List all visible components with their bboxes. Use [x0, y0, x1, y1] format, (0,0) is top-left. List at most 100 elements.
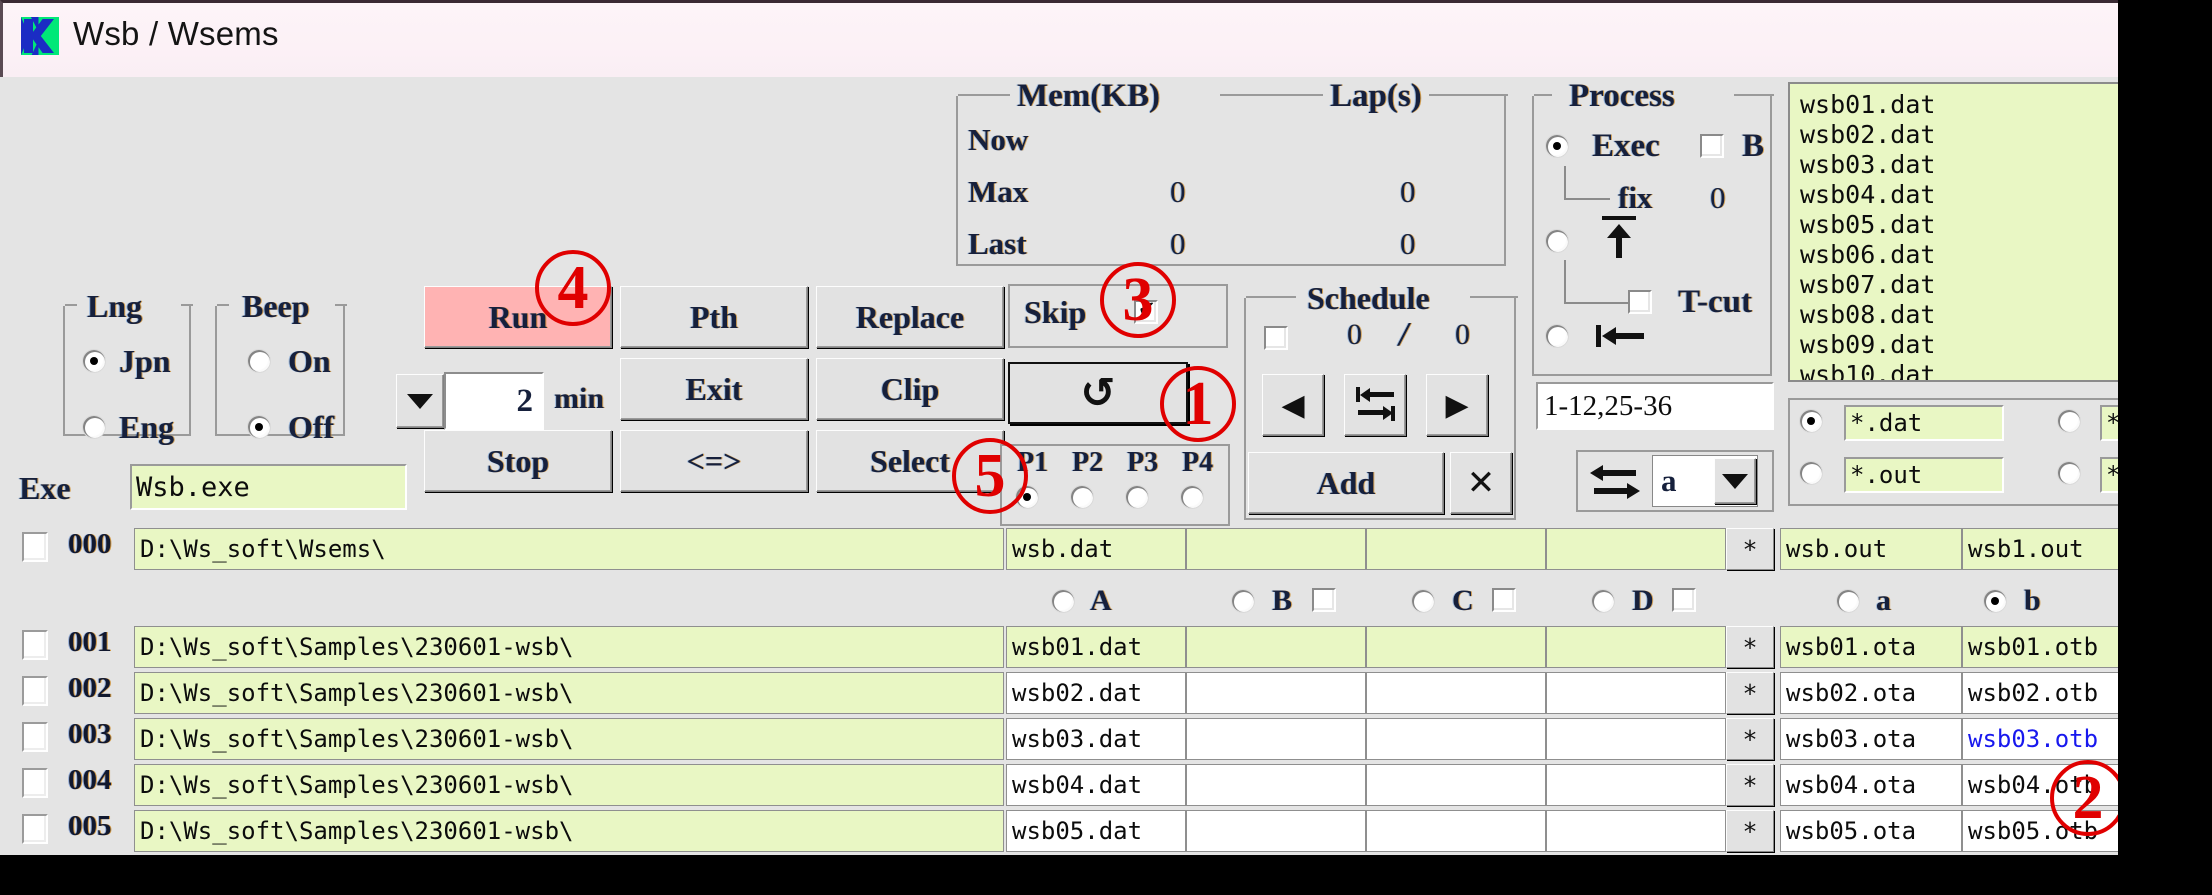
table-row-out1[interactable]: wsb03.ota: [1780, 718, 1962, 760]
table-row-path[interactable]: D:\Ws_soft\Samples\230601-wsb\: [134, 764, 1004, 806]
table-row-c3[interactable]: [1366, 718, 1546, 760]
filter-dat-radio[interactable]: [1800, 410, 1822, 432]
mode-combo-arrow[interactable]: [1714, 458, 1756, 504]
table-row-dat[interactable]: wsb03.dat: [1006, 718, 1186, 760]
schedule-enable-checkbox[interactable]: [1264, 326, 1288, 350]
list-item[interactable]: wsb09.dat: [1800, 330, 2118, 360]
clip-button[interactable]: Clip: [816, 358, 1004, 420]
header-row-dat[interactable]: wsb.dat: [1006, 528, 1186, 570]
table-row-c2[interactable]: [1186, 810, 1366, 852]
list-item[interactable]: wsb07.dat: [1800, 270, 2118, 300]
table-row-path[interactable]: D:\Ws_soft\Samples\230601-wsb\: [134, 718, 1004, 760]
table-row-dat[interactable]: wsb01.dat: [1006, 626, 1186, 668]
table-row-c3[interactable]: [1366, 810, 1546, 852]
table-row-c4[interactable]: [1546, 626, 1726, 668]
table-row-out2[interactable]: wsb02.otb: [1962, 672, 2118, 714]
table-row-path[interactable]: D:\Ws_soft\Samples\230601-wsb\: [134, 672, 1004, 714]
table-row-c2[interactable]: [1186, 672, 1366, 714]
table-row-out1[interactable]: wsb05.ota: [1780, 810, 1962, 852]
port-radio-p2[interactable]: [1071, 486, 1093, 508]
process-exec-radio[interactable]: [1546, 135, 1568, 157]
pth-button[interactable]: Pth: [620, 286, 808, 348]
table-row-checkbox[interactable]: [22, 630, 48, 660]
table-row-dat[interactable]: wsb04.dat: [1006, 764, 1186, 806]
table-row-c2[interactable]: [1186, 764, 1366, 806]
column-checkbox-d[interactable]: [1672, 588, 1696, 612]
port-radio-p4[interactable]: [1181, 486, 1203, 508]
replace-button[interactable]: Replace: [816, 286, 1004, 348]
table-row-c4[interactable]: [1546, 764, 1726, 806]
table-row-c2[interactable]: [1186, 718, 1366, 760]
table-row-dat[interactable]: wsb02.dat: [1006, 672, 1186, 714]
list-item[interactable]: wsb04.dat: [1800, 180, 2118, 210]
beep-on-radio[interactable]: [248, 350, 270, 372]
header-row-c3[interactable]: [1366, 528, 1546, 570]
schedule-prev-button[interactable]: ◀: [1262, 374, 1324, 436]
table-row-out2[interactable]: wsb03.otb: [1962, 718, 2118, 760]
list-item[interactable]: wsb05.dat: [1800, 210, 2118, 240]
column-radio-a[interactable]: [1052, 590, 1074, 612]
filter-out-input[interactable]: *.out: [1844, 457, 2004, 493]
filter-extra2-radio[interactable]: [2058, 462, 2080, 484]
table-row-c4[interactable]: [1546, 718, 1726, 760]
table-row-out1[interactable]: wsb01.ota: [1780, 626, 1962, 668]
header-row-out2[interactable]: wsb1.out: [1962, 528, 2118, 570]
timer-dropdown-button[interactable]: [396, 374, 444, 428]
table-row-star-button[interactable]: *: [1726, 626, 1774, 668]
process-tcut-checkbox[interactable]: [1628, 290, 1652, 314]
table-row-out1[interactable]: wsb04.ota: [1780, 764, 1962, 806]
schedule-reset-button[interactable]: [1344, 374, 1406, 436]
list-item[interactable]: wsb01.dat: [1800, 90, 2118, 120]
header-row-out1[interactable]: wsb.out: [1780, 528, 1962, 570]
table-row-star-button[interactable]: *: [1726, 764, 1774, 806]
table-row-star-button[interactable]: *: [1726, 672, 1774, 714]
table-row-checkbox[interactable]: [22, 768, 48, 798]
exit-button[interactable]: Exit: [620, 358, 808, 420]
timer-input[interactable]: 2: [444, 372, 544, 430]
filter-out-radio[interactable]: [1800, 462, 1822, 484]
table-row-c3[interactable]: [1366, 764, 1546, 806]
column-radio-d[interactable]: [1592, 590, 1614, 612]
schedule-add-button[interactable]: Add: [1248, 452, 1444, 514]
header-row-checkbox[interactable]: [22, 532, 48, 562]
table-row-c4[interactable]: [1546, 672, 1726, 714]
header-row-star-button[interactable]: *: [1726, 528, 1774, 570]
column-radio-b[interactable]: [1232, 590, 1254, 612]
stop-button[interactable]: Stop: [424, 430, 612, 492]
table-row-path[interactable]: D:\Ws_soft\Samples\230601-wsb\: [134, 626, 1004, 668]
lng-eng-radio[interactable]: [83, 416, 105, 438]
filter-extra1-radio[interactable]: [2058, 410, 2080, 432]
filter-extra1-input[interactable]: *: [2100, 405, 2118, 441]
swap-arrows-icon[interactable]: [1590, 463, 1640, 501]
header-row-c2[interactable]: [1186, 528, 1366, 570]
header-row-path[interactable]: D:\Ws_soft\Wsems\: [134, 528, 1004, 570]
table-row-out1[interactable]: wsb02.ota: [1780, 672, 1962, 714]
table-row-dat[interactable]: wsb05.dat: [1006, 810, 1186, 852]
table-row-out2[interactable]: wsb01.otb: [1962, 626, 2118, 668]
list-item[interactable]: wsb02.dat: [1800, 120, 2118, 150]
table-row-c2[interactable]: [1186, 626, 1366, 668]
header-row-c4[interactable]: [1546, 528, 1726, 570]
list-item[interactable]: wsb06.dat: [1800, 240, 2118, 270]
file-list[interactable]: wsb01.dat wsb02.dat wsb03.dat wsb04.dat …: [1788, 82, 2118, 382]
table-row-c4[interactable]: [1546, 810, 1726, 852]
port-radio-p3[interactable]: [1126, 486, 1148, 508]
range-input[interactable]: 1-12,25-36: [1536, 382, 1774, 430]
process-b-checkbox[interactable]: [1700, 134, 1724, 158]
process-home-radio[interactable]: [1546, 325, 1568, 347]
table-row-checkbox[interactable]: [22, 676, 48, 706]
filter-extra2-input[interactable]: *: [2100, 457, 2118, 493]
list-item[interactable]: wsb03.dat: [1800, 150, 2118, 180]
list-item[interactable]: wsb10.dat: [1800, 360, 2118, 380]
schedule-next-button[interactable]: ▶: [1426, 374, 1488, 436]
list-item[interactable]: wsb08.dat: [1800, 300, 2118, 330]
lng-jpn-radio[interactable]: [83, 350, 105, 372]
table-row-checkbox[interactable]: [22, 814, 48, 844]
out-radio-a[interactable]: [1837, 590, 1859, 612]
schedule-delete-button[interactable]: ✕: [1450, 452, 1512, 514]
table-row-path[interactable]: D:\Ws_soft\Samples\230601-wsb\: [134, 810, 1004, 852]
table-row-c3[interactable]: [1366, 626, 1546, 668]
process-up-radio[interactable]: [1546, 230, 1568, 252]
filter-dat-input[interactable]: *.dat: [1844, 405, 2004, 441]
swap-button[interactable]: <=>: [620, 430, 808, 492]
